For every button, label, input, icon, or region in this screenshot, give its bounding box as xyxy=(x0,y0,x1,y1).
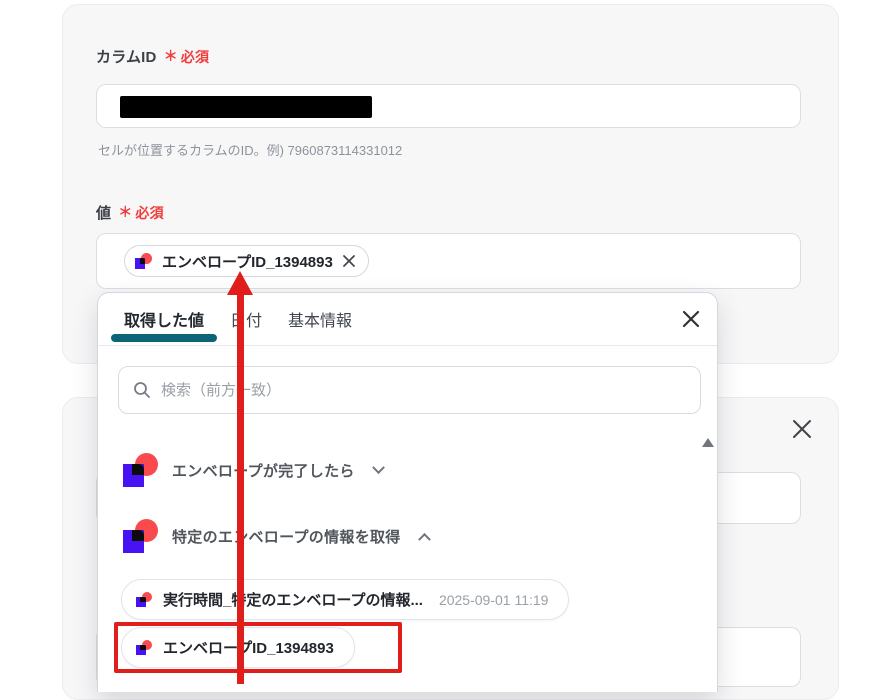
value-chip-label: エンベロープID_1394893 xyxy=(162,253,333,271)
picker-search[interactable] xyxy=(118,366,701,414)
annotation-arrow-head-icon xyxy=(227,271,253,295)
active-tab-underline xyxy=(111,334,218,342)
tab-retrieved-values[interactable]: 取得した値 xyxy=(111,293,218,345)
envelope-app-icon xyxy=(136,591,153,608)
column-id-label-text: カラムID xyxy=(96,49,157,66)
required-asterisk: ＊ xyxy=(163,48,178,64)
envelope-app-icon xyxy=(123,519,159,553)
value-label-text: 値 xyxy=(96,205,112,222)
column-id-label: カラムID ＊必須 xyxy=(96,46,209,67)
envelope-app-icon xyxy=(135,252,153,270)
scrollbar-up-icon[interactable] xyxy=(702,438,714,447)
option-execution-time[interactable]: 実行時間_特定のエンベロープの情報... 2025-09-01 11:19 xyxy=(121,579,570,620)
chevron-up-icon xyxy=(417,532,431,546)
chevron-down-icon xyxy=(371,460,385,474)
search-icon xyxy=(134,382,150,398)
option-label: 実行時間_特定のエンベロープの情報... xyxy=(163,592,423,609)
tab-label: 日付 xyxy=(230,313,263,330)
required-badge: 必須 xyxy=(180,49,210,65)
picker-tabs: 取得した値 日付 基本情報 xyxy=(98,293,717,346)
column-id-input[interactable] xyxy=(96,84,801,128)
option-label: エンベロープID_1394893 xyxy=(163,640,334,657)
column-id-helper-text: セルが位置するカラムのID。例) 7960873114331012 xyxy=(98,143,403,158)
annotation-arrow-line xyxy=(237,293,244,684)
tab-label: 基本情報 xyxy=(288,313,353,330)
value-label: 値 ＊必須 xyxy=(96,202,164,223)
chip-remove-icon[interactable] xyxy=(342,254,356,268)
picker-close-icon[interactable] xyxy=(681,309,701,334)
option-timestamp: 2025-09-01 11:19 xyxy=(438,591,549,608)
group-label: エンベロープが完了したら xyxy=(172,462,355,480)
tab-basic-info[interactable]: 基本情報 xyxy=(275,293,365,345)
redacted-value xyxy=(120,96,372,118)
envelope-app-icon xyxy=(136,639,153,656)
group-envelope-completed[interactable]: エンベロープが完了したら xyxy=(123,453,385,487)
envelope-app-icon xyxy=(123,453,159,487)
group-label: 特定のエンベロープの情報を取得 xyxy=(172,528,401,546)
tab-date[interactable]: 日付 xyxy=(217,293,275,345)
value-input[interactable]: エンベロープID_1394893 xyxy=(96,233,801,289)
variable-picker-panel: 取得した値 日付 基本情報 エンベロープが完了したら 特定のエンベロープの情報を… xyxy=(97,292,718,692)
tab-label: 取得した値 xyxy=(124,313,205,330)
close-icon[interactable] xyxy=(790,417,814,446)
required-asterisk: ＊ xyxy=(118,204,133,220)
group-get-envelope-info[interactable]: 特定のエンベロープの情報を取得 xyxy=(123,519,431,553)
required-badge: 必須 xyxy=(135,205,164,221)
